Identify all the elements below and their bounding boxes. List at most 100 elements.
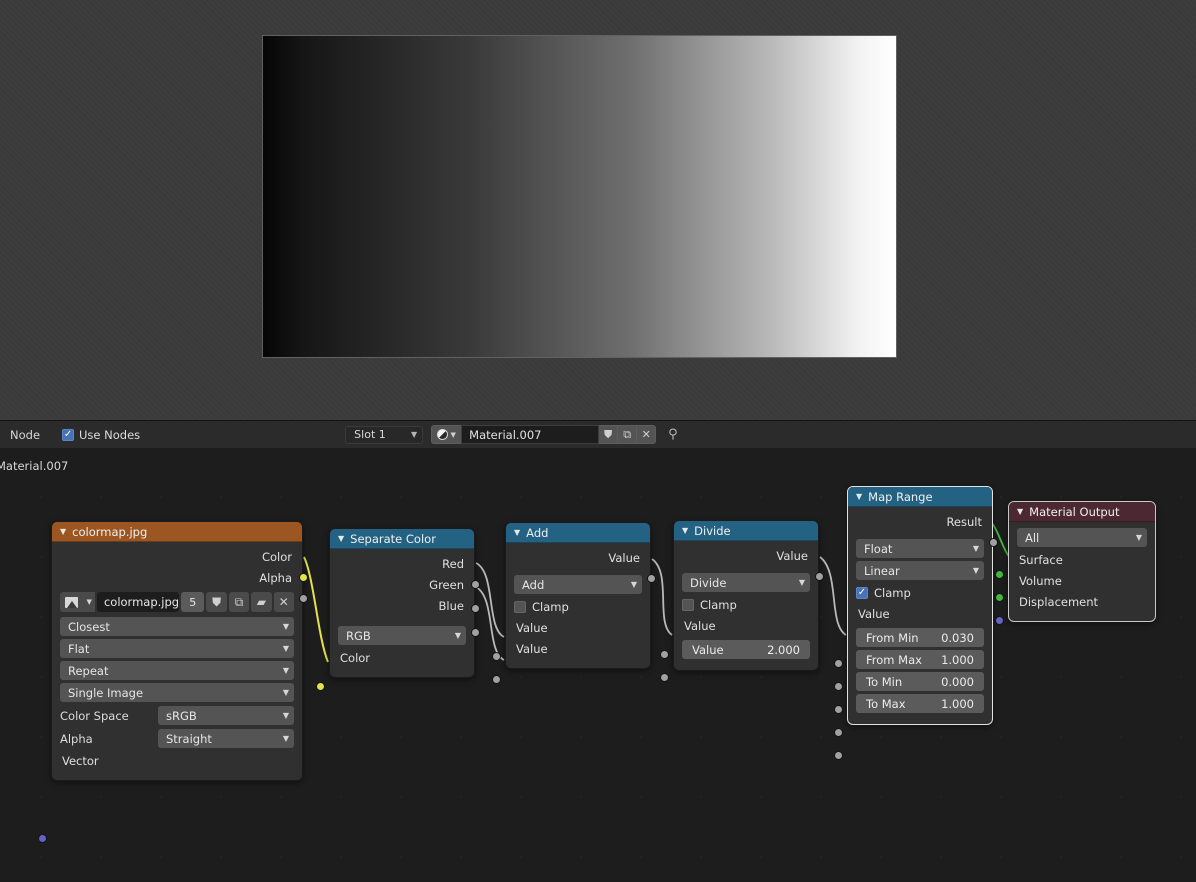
- material-slot-select[interactable]: Slot 1 ▼: [345, 425, 424, 444]
- map-interpolation-select[interactable]: Linear ▼: [856, 561, 984, 580]
- from-max-field[interactable]: From Max 1.000: [856, 650, 984, 669]
- clamp-checkbox[interactable]: ✓: [856, 586, 868, 599]
- chevron-down-icon: ▼: [454, 631, 461, 640]
- from-min-field[interactable]: From Min 0.030: [856, 628, 984, 647]
- chevron-down-icon[interactable]: ▼: [60, 527, 66, 536]
- node-header-separate-color[interactable]: ▼ Separate Color: [330, 529, 474, 549]
- socket-in-surface[interactable]: [995, 570, 1004, 579]
- socket-in-from-min[interactable]: [834, 682, 843, 691]
- socket-out-result[interactable]: [989, 538, 998, 547]
- pin-button[interactable]: ⚲: [668, 427, 678, 442]
- node-header-image-texture[interactable]: ▼ colormap.jpg: [52, 522, 302, 542]
- chevron-down-icon[interactable]: ▼: [514, 528, 520, 537]
- image-name-field[interactable]: colormap.jpg: [96, 592, 180, 612]
- output-target-select[interactable]: All ▼: [1017, 528, 1147, 547]
- unlink-material-button[interactable]: ✕: [637, 425, 657, 444]
- socket-in-to-min[interactable]: [834, 728, 843, 737]
- node-header-math-add[interactable]: ▼ Add: [506, 523, 650, 543]
- socket-out-color[interactable]: [299, 573, 308, 582]
- chevron-down-icon[interactable]: ▼: [1017, 507, 1023, 516]
- input-vector-label: Vector: [62, 754, 99, 768]
- socket-in-value[interactable]: [834, 659, 843, 668]
- blender-window: Node ✓ Use Nodes Slot 1 ▼ ▼ Material.007…: [0, 0, 1196, 882]
- socket-in-value-b[interactable]: [660, 673, 669, 682]
- node-body-separate-color: Red Green Blue RGB ▼ Color: [316, 549, 480, 691]
- socket-out-value[interactable]: [815, 572, 824, 581]
- open-image-button[interactable]: ▰: [251, 592, 272, 612]
- node-image-texture[interactable]: ▼ colormap.jpg Color Alpha ▼ colormap.jp…: [38, 521, 308, 843]
- use-nodes-checkbox[interactable]: ✓: [62, 428, 75, 441]
- clamp-checkbox[interactable]: [514, 600, 526, 613]
- to-min-field[interactable]: To Min 0.000: [856, 672, 984, 691]
- node-separate-color[interactable]: ▼ Separate Color Red Green Blue RGB ▼ Co…: [316, 528, 480, 691]
- image-preview-gradient: [263, 36, 896, 357]
- interpolation-select[interactable]: Closest ▼: [60, 617, 294, 636]
- node-math-add[interactable]: ▼ Add Value Add ▼ Clamp Value Value: [492, 522, 656, 684]
- fake-user-button[interactable]: ⛊: [599, 425, 619, 444]
- material-sphere-icon: [437, 429, 449, 440]
- clamp-toggle[interactable]: ✓ Clamp: [856, 583, 984, 602]
- socket-in-from-max[interactable]: [834, 705, 843, 714]
- socket-in-displacement[interactable]: [995, 616, 1004, 625]
- alpha-mode-select[interactable]: Straight ▼: [158, 729, 294, 748]
- math-operation-select[interactable]: Divide ▼: [682, 573, 810, 592]
- source-select[interactable]: Single Image ▼: [60, 683, 294, 702]
- output-red-label: Red: [442, 557, 464, 571]
- socket-out-green[interactable]: [471, 604, 480, 613]
- socket-in-vector[interactable]: [38, 834, 47, 843]
- output-result-label: Result: [946, 515, 982, 529]
- color-space-row: Color Space sRGB ▼: [60, 705, 294, 726]
- socket-out-alpha[interactable]: [299, 594, 308, 603]
- socket-in-value-b[interactable]: [492, 675, 501, 684]
- node-map-range[interactable]: ▼ Map Range Result Float ▼ Linear ▼ ✓ Cl…: [834, 486, 998, 760]
- node-menu[interactable]: Node: [10, 428, 40, 442]
- chevron-down-icon[interactable]: ▼: [83, 592, 95, 612]
- material-name-field[interactable]: Material.007: [461, 425, 600, 444]
- socket-out-blue[interactable]: [471, 628, 480, 637]
- node-header-math-divide[interactable]: ▼ Divide: [674, 521, 818, 541]
- socket-out-red[interactable]: [471, 580, 480, 589]
- data-type-select[interactable]: Float ▼: [856, 539, 984, 558]
- to-max-field[interactable]: To Max 1.000: [856, 694, 984, 713]
- to-min-value: 0.000: [941, 674, 974, 689]
- node-math-divide[interactable]: ▼ Divide Value Divide ▼ Clamp Value Valu…: [660, 520, 824, 682]
- use-nodes-toggle[interactable]: ✓ Use Nodes: [62, 428, 140, 442]
- color-space-select[interactable]: sRGB ▼: [158, 706, 294, 725]
- socket-in-color[interactable]: [316, 682, 325, 691]
- material-slot-value: Slot 1: [354, 428, 386, 441]
- separate-mode-select[interactable]: RGB ▼: [338, 626, 466, 645]
- chevron-down-icon[interactable]: ▼: [338, 534, 344, 543]
- projection-select[interactable]: Flat ▼: [60, 639, 294, 658]
- input-value-b-field[interactable]: Value 2.000: [682, 640, 810, 659]
- clamp-toggle[interactable]: Clamp: [682, 595, 810, 614]
- output-color-label: Color: [261, 550, 292, 564]
- node-header-map-range[interactable]: ▼ Map Range: [848, 487, 992, 507]
- input-volume-label: Volume: [1019, 574, 1062, 588]
- image-editor-area: [0, 0, 1196, 420]
- socket-in-value-a[interactable]: [492, 652, 501, 661]
- clamp-checkbox[interactable]: [682, 598, 694, 611]
- new-material-button[interactable]: ⧉: [618, 425, 638, 444]
- chevron-down-icon[interactable]: ▼: [856, 492, 862, 501]
- clamp-toggle[interactable]: Clamp: [514, 597, 642, 616]
- chevron-down-icon[interactable]: ▼: [682, 526, 688, 535]
- node-editor-canvas[interactable]: Material.007 ▼ colormap.jpg Color Alpha …: [0, 448, 1196, 882]
- socket-in-volume[interactable]: [995, 593, 1004, 602]
- image-datablock-button[interactable]: [60, 592, 84, 612]
- math-operation-select[interactable]: Add ▼: [514, 575, 642, 594]
- copy-image-button[interactable]: ⧉: [228, 592, 250, 612]
- socket-in-to-max[interactable]: [834, 751, 843, 760]
- users-count-button[interactable]: 5: [181, 592, 205, 612]
- output-green-label: Green: [429, 578, 464, 592]
- socket-in-value-a[interactable]: [660, 650, 669, 659]
- node-material-output[interactable]: ▼ Material Output All ▼ Surface Volume D…: [995, 501, 1156, 625]
- socket-out-value[interactable]: [647, 574, 656, 583]
- fake-user-button[interactable]: ⛊: [206, 592, 227, 612]
- unlink-image-button[interactable]: ✕: [273, 592, 294, 612]
- extension-select[interactable]: Repeat ▼: [60, 661, 294, 680]
- node-header-material-output[interactable]: ▼ Material Output: [1009, 502, 1155, 522]
- node-title: colormap.jpg: [72, 524, 148, 539]
- output-target-value: All: [1025, 530, 1040, 545]
- material-browse-button[interactable]: ▼: [431, 425, 462, 444]
- output-value-label: Value: [776, 549, 808, 563]
